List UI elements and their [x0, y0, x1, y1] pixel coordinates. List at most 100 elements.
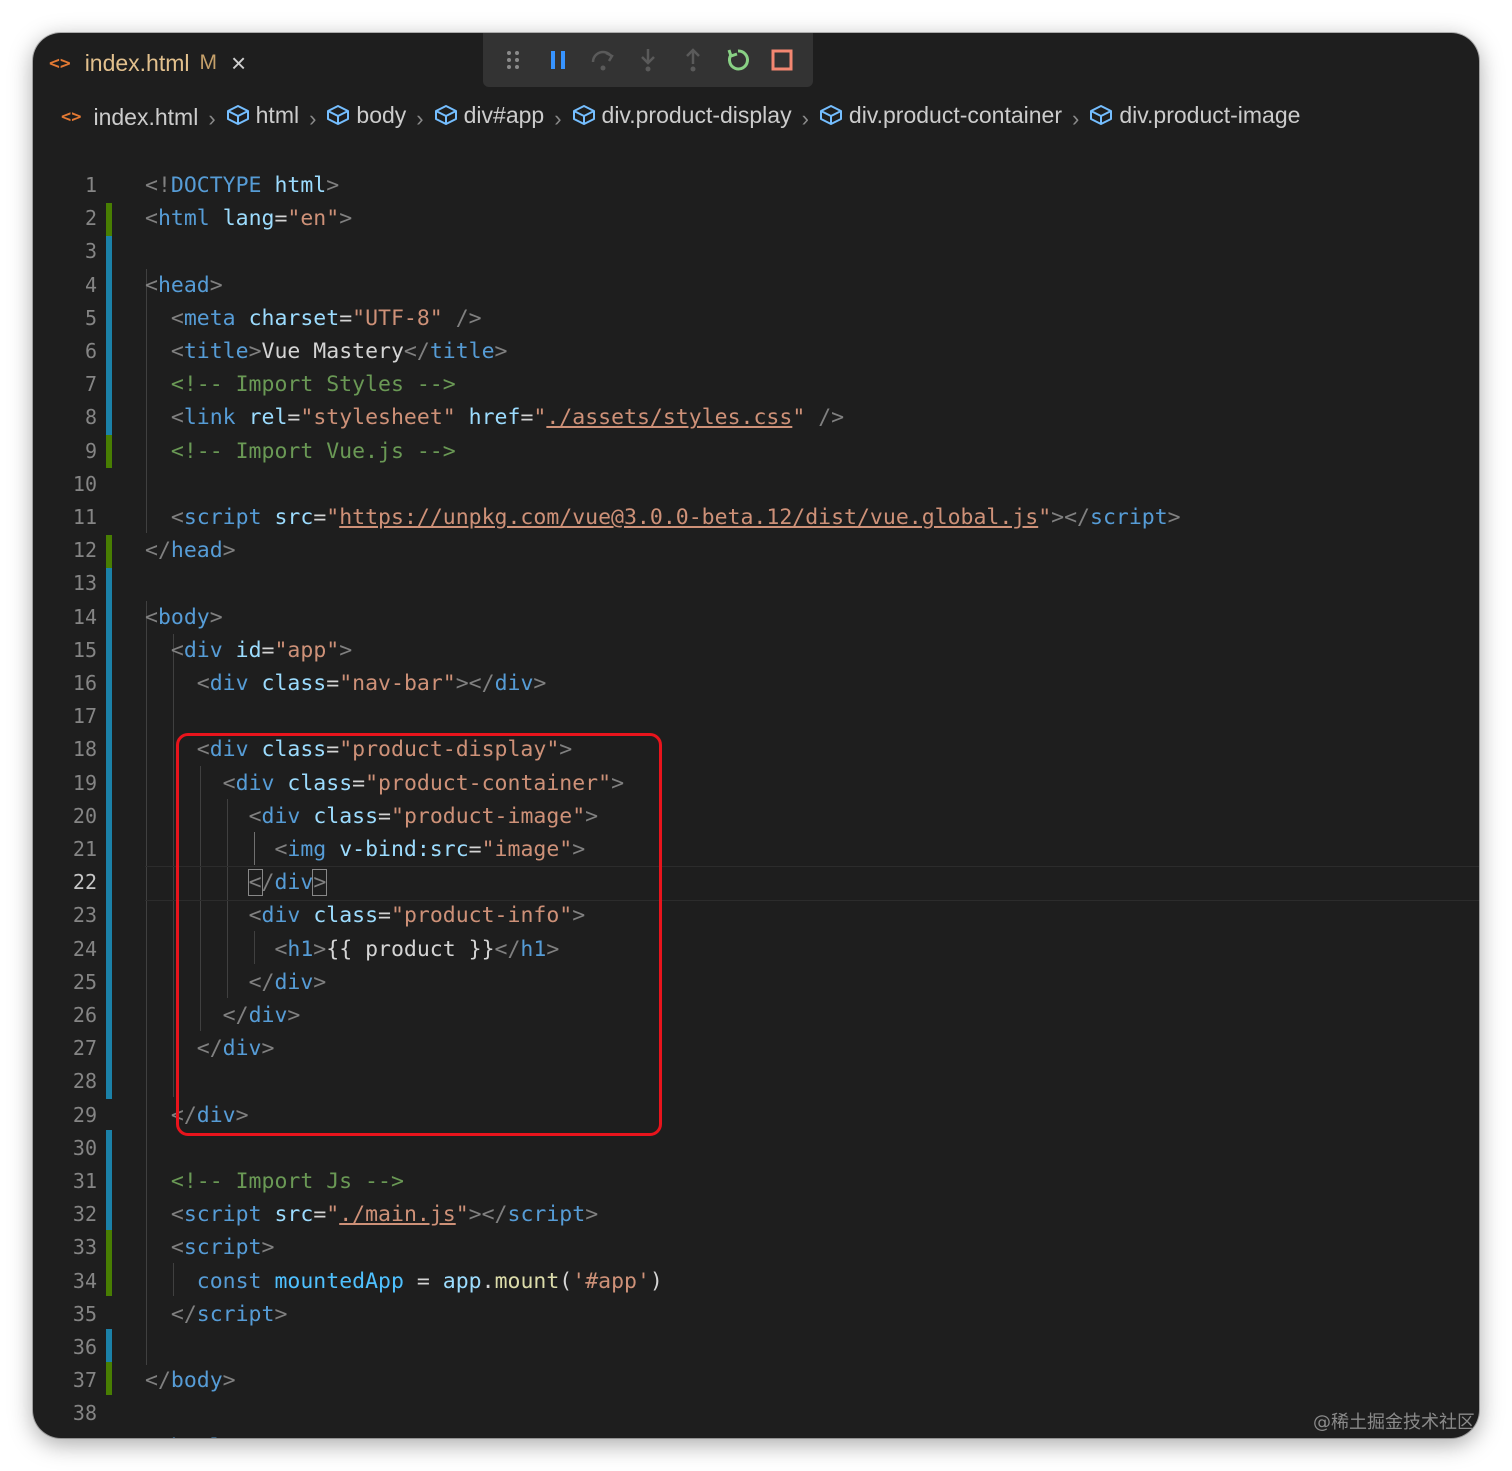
code-token: ></ [455, 671, 495, 696]
code-token: "app" [274, 637, 340, 663]
step-out-icon[interactable] [678, 45, 708, 75]
code-line[interactable]: 14 <body> [33, 601, 1479, 634]
code-token: ></ [468, 1202, 508, 1228]
breadcrumb-item[interactable]: div.product-display [572, 102, 792, 129]
code-line[interactable]: 9 <!-- Import Vue.js --> [33, 435, 1479, 468]
breadcrumb-item-label: html [255, 101, 300, 128]
code-line[interactable]: 39 </html> [33, 1431, 1479, 1438]
code-token: </ [145, 1368, 171, 1394]
code-token: link [183, 405, 236, 431]
code-token: < [170, 339, 184, 364]
line-number: 38 [72, 1401, 97, 1426]
code-token: > [339, 637, 353, 663]
code-line[interactable]: 7 <!-- Import Styles --> [33, 368, 1479, 401]
code-token: charset [248, 305, 340, 331]
code-token: </ [170, 1301, 197, 1327]
breadcrumb-item-label: div.product-image [1119, 101, 1301, 128]
line-number: 29 [72, 1102, 97, 1127]
line-number: 14 [72, 604, 97, 629]
code-line[interactable]: 8 <link rel="stylesheet" href="./assets/… [33, 401, 1479, 434]
stop-icon[interactable] [767, 45, 797, 75]
breadcrumb-file[interactable]: <> index.html [61, 104, 198, 131]
code-line[interactable]: 1 <!DOCTYPE html> [33, 169, 1479, 202]
code-line[interactable]: 4 <head> [33, 269, 1479, 302]
line-number: 5 [84, 305, 97, 330]
line-number: 4 [84, 272, 97, 297]
line-number: 22 [72, 870, 97, 895]
code-line[interactable]: 32 <script src="./main.js"></script> [33, 1198, 1479, 1231]
breadcrumb-item[interactable]: div#app [434, 102, 544, 129]
chevron-right-icon: › [554, 106, 562, 132]
code-token: = [339, 305, 353, 331]
step-into-icon[interactable] [633, 45, 663, 75]
line-number: 28 [72, 1069, 97, 1094]
cube-icon [1089, 104, 1113, 126]
code-token: meta [183, 305, 236, 331]
code-line[interactable]: 17 [33, 700, 1479, 733]
code-line[interactable]: 34 const mountedApp = app.mount('#app') [33, 1265, 1479, 1298]
code-line[interactable]: 36 [33, 1331, 1479, 1364]
code-token: href [468, 405, 521, 431]
editor-tab[interactable]: <> index.html M × [33, 33, 283, 93]
breadcrumb-item[interactable]: div.product-image [1089, 102, 1300, 129]
code-text: </body> [145, 1364, 236, 1397]
code-text: <script src="./main.js"></script> [145, 1198, 598, 1231]
restart-icon[interactable] [723, 45, 753, 75]
code-line[interactable]: 31 <!-- Import Js --> [33, 1165, 1479, 1198]
code-line[interactable]: 12 </head> [33, 534, 1479, 567]
line-number: 31 [72, 1169, 97, 1193]
code-line[interactable]: 2 <html lang="en"> [33, 202, 1479, 235]
step-over-icon[interactable] [588, 45, 618, 75]
code-line[interactable]: 15 <div id="app"> [33, 634, 1479, 667]
code-line[interactable]: 6 <title>Vue Mastery</title> [33, 335, 1479, 368]
code-line[interactable]: 35 </script> [33, 1298, 1479, 1331]
code-line[interactable]: 37 </body> [33, 1364, 1479, 1397]
code-token: title [183, 339, 249, 364]
code-line[interactable]: 11 <script src="https://unpkg.com/vue@3.… [33, 501, 1479, 534]
code-text: <head> [145, 269, 223, 302]
code-line[interactable]: 10 [33, 468, 1479, 501]
breadcrumb-item[interactable]: div.product-container [819, 102, 1062, 129]
code-token: ) [649, 1268, 663, 1294]
close-icon[interactable]: × [231, 50, 246, 76]
code-token: script [183, 1235, 262, 1261]
code-line[interactable]: 3 [33, 235, 1479, 268]
code-token: " [533, 405, 547, 431]
code-token: < [145, 206, 158, 232]
code-line[interactable]: 30 [33, 1132, 1479, 1165]
code-token: " [1038, 505, 1052, 530]
code-text: <script src="https://unpkg.com/vue@3.0.0… [145, 501, 1181, 534]
code-token: https://unpkg.com/vue@3.0.0-beta.12/dist… [339, 505, 1039, 530]
code-line[interactable]: 13 [33, 567, 1479, 600]
line-number: 13 [72, 571, 97, 596]
line-number: 25 [72, 969, 97, 994]
code-text: <!-- Import Styles --> [145, 368, 456, 401]
code-text: const mountedApp = app.mount('#app') [145, 1265, 663, 1298]
code-token: > [209, 604, 223, 630]
code-token: "stylesheet" [300, 405, 456, 431]
code-line[interactable]: 33 <script> [33, 1231, 1479, 1264]
html-file-icon: <> [49, 52, 71, 74]
code-token: > [1167, 505, 1181, 530]
code-token: DOCTYPE [170, 173, 262, 198]
line-number: 23 [72, 903, 97, 928]
code-editor[interactable]: 1 <!DOCTYPE html> 2 <html lang="en"> 3 4 <head… [33, 133, 1479, 1438]
breadcrumb-item[interactable]: html [226, 102, 299, 129]
code-token: " [792, 405, 806, 431]
line-number: 11 [72, 505, 97, 529]
breadcrumb-item[interactable]: body [326, 102, 406, 129]
code-line[interactable]: 5 <meta charset="UTF-8" /> [33, 302, 1479, 335]
drag-handle-icon[interactable] [498, 45, 528, 75]
chevron-right-icon: › [208, 106, 216, 132]
code-line[interactable]: 38 [33, 1397, 1479, 1430]
code-token: > [222, 1368, 236, 1394]
pause-icon[interactable] [543, 45, 573, 75]
code-line[interactable]: 16 <div class="nav-bar"></div> [33, 667, 1479, 700]
